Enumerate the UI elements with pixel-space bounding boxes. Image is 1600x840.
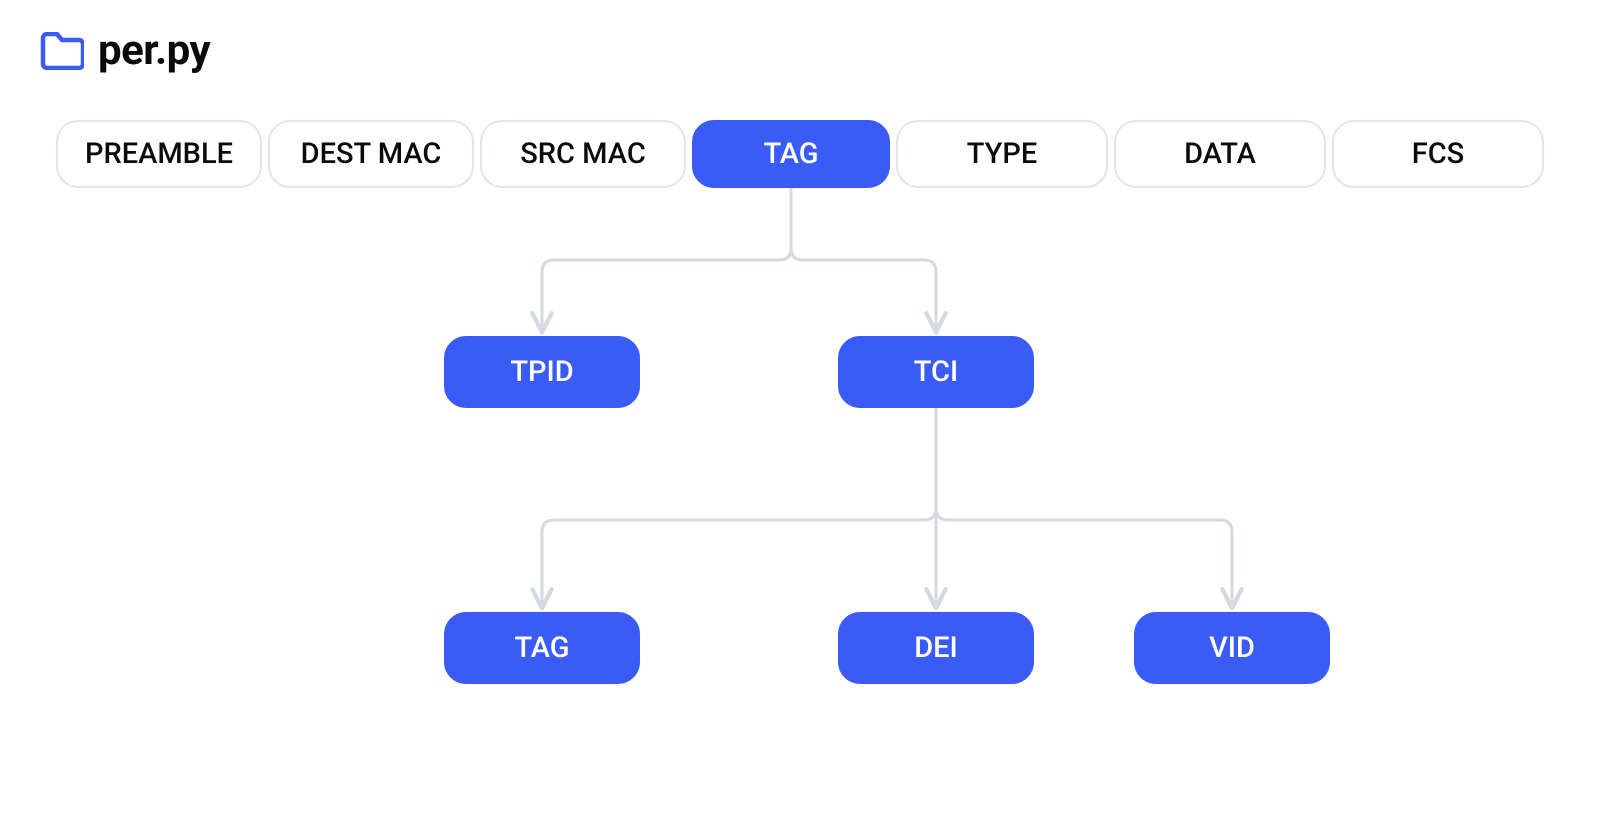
frame-field-label: TAG — [514, 631, 569, 665]
frame-field-label: TAG — [763, 137, 818, 171]
frame-field-label: SRC MAC — [520, 137, 646, 171]
diagram-header: per.py — [40, 26, 210, 75]
tci-child-dei: DEI — [838, 612, 1034, 684]
folder-icon — [40, 32, 84, 70]
tci-child-vid: VID — [1134, 612, 1330, 684]
frame-field-label: TCI — [914, 355, 958, 389]
frame-field-label: DATA — [1184, 137, 1256, 171]
frame-field-label: PREAMBLE — [85, 137, 233, 171]
frame-field-label: DEST MAC — [301, 137, 442, 171]
frame-field-label: FCS — [1412, 137, 1464, 171]
frame-field-label: TPID — [510, 355, 573, 389]
frame-field-label: DEI — [914, 631, 958, 665]
tag-child-tci: TCI — [838, 336, 1034, 408]
frame-field-tag: TAG — [692, 120, 890, 188]
tci-child-tag: TAG — [444, 612, 640, 684]
frame-field-srcmac: SRC MAC — [480, 120, 686, 188]
page-title: per.py — [98, 26, 210, 75]
frame-field-label: TYPE — [967, 137, 1038, 171]
frame-field-destmac: DEST MAC — [268, 120, 474, 188]
frame-field-preamble: PREAMBLE — [56, 120, 262, 188]
frame-field-label: VID — [1209, 631, 1255, 665]
tag-child-tpid: TPID — [444, 336, 640, 408]
frame-field-type: TYPE — [896, 120, 1108, 188]
frame-field-data: DATA — [1114, 120, 1326, 188]
frame-field-fcs: FCS — [1332, 120, 1544, 188]
